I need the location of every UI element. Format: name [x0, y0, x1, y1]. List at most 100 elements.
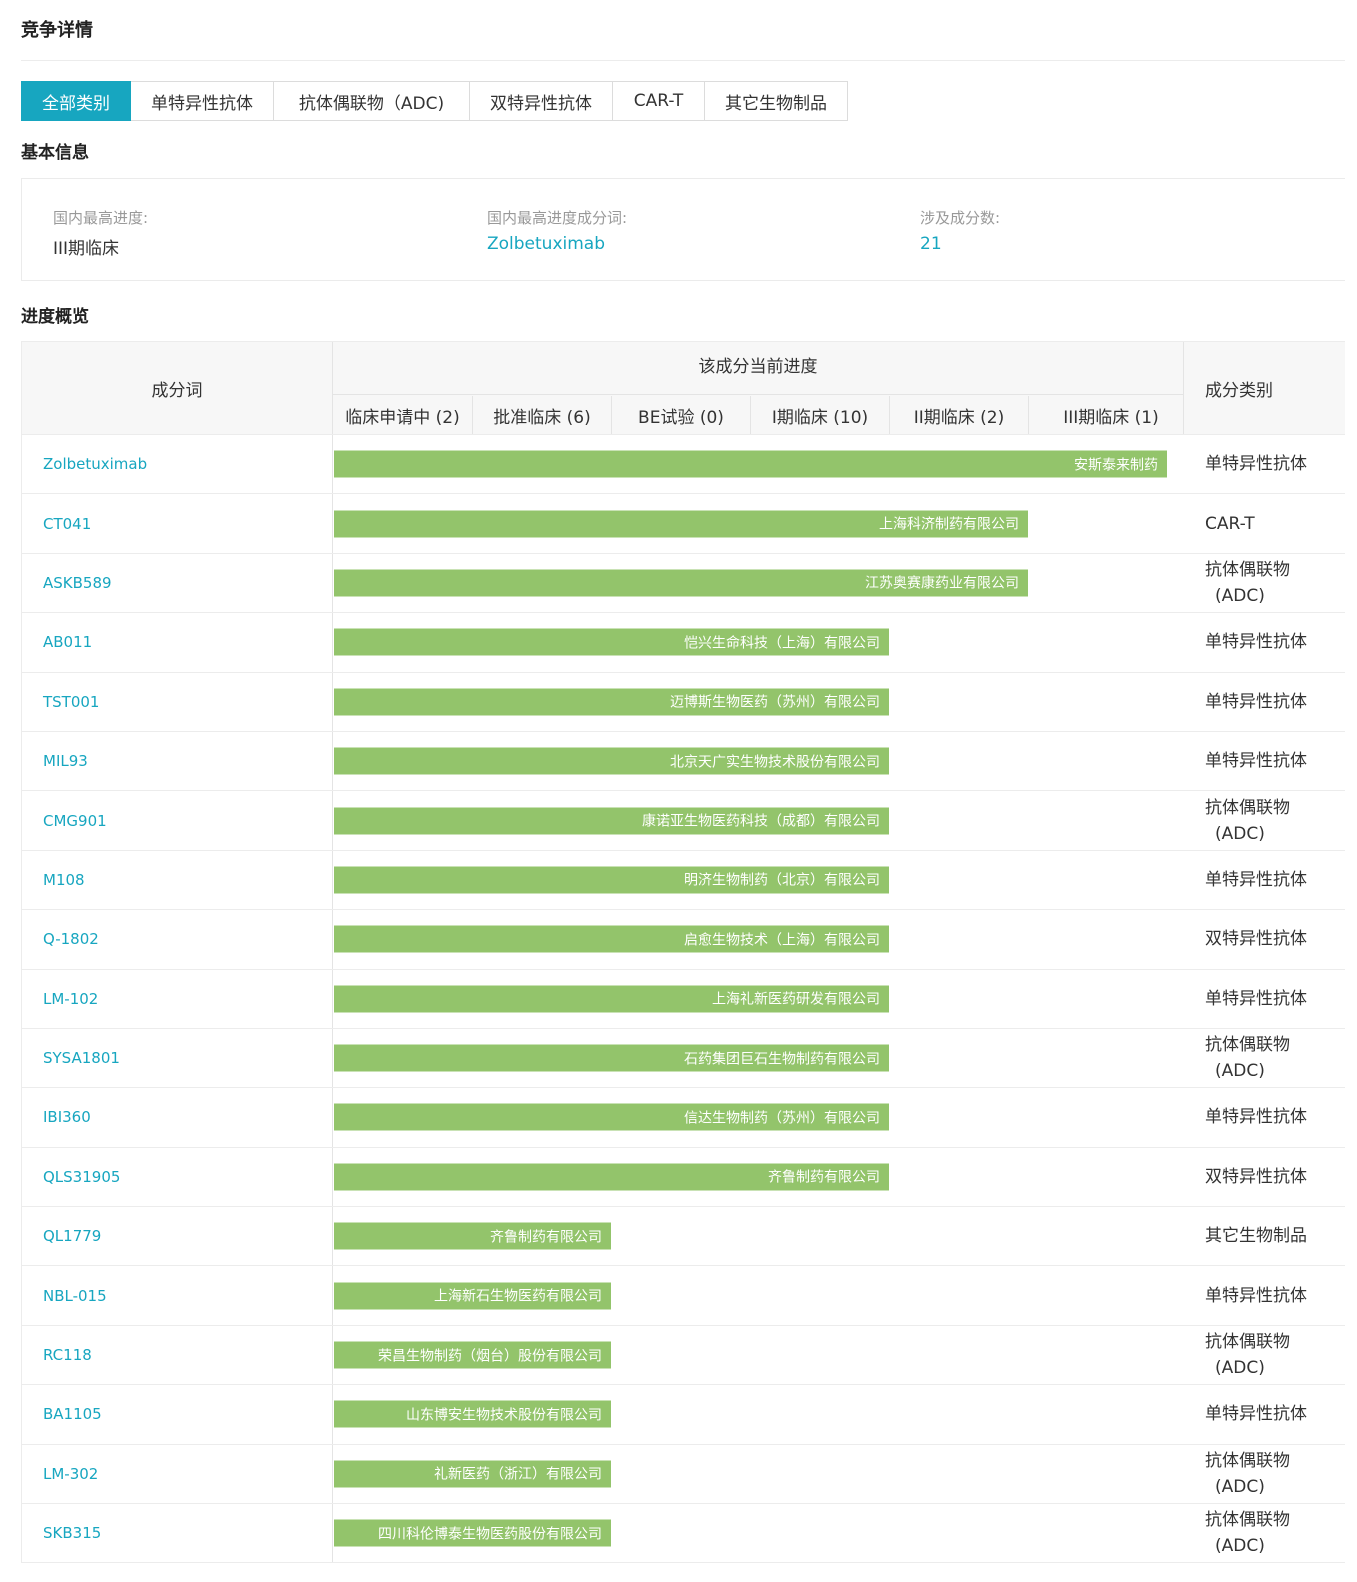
progress-bar[interactable]: 上海科济制药有限公司 — [334, 510, 1028, 538]
progress-bar[interactable]: 山东博安生物技术股份有限公司 — [334, 1400, 611, 1428]
table-row: LM-102 上海礼新医药研发有限公司 单特异性抗体 — [21, 969, 1345, 1029]
table-row: IBI360 信达生物制药（苏州）有限公司 单特异性抗体 — [21, 1088, 1345, 1148]
category-cell: CAR-T — [1205, 513, 1255, 534]
ingredient-cell: AB011 — [21, 613, 333, 672]
ingredient-link[interactable]: CT041 — [43, 515, 91, 533]
progress-bar[interactable]: 恺兴生命科技（上海）有限公司 — [334, 628, 889, 656]
progress-bar[interactable]: 荣昌生物制药（烟台）股份有限公司 — [334, 1341, 611, 1369]
ingredient-link[interactable]: SKB315 — [43, 1524, 101, 1542]
table-row: ASKB589 江苏奥赛康药业有限公司 抗体偶联物 (ADC) — [21, 553, 1345, 614]
ingredient-link[interactable]: Zolbetuximab — [43, 455, 147, 473]
info-label: 国内最高进度: — [53, 209, 149, 227]
ingredient-cell: QLS31905 — [21, 1147, 333, 1207]
ingredient-cell: TST001 — [21, 672, 333, 731]
ingredient-link[interactable]: NBL-015 — [43, 1287, 107, 1305]
ingredient-cell: M108 — [21, 850, 333, 910]
progress-bar[interactable]: 康诺亚生物医药科技（成都）有限公司 — [334, 807, 889, 835]
ingredient-cell: BA1105 — [21, 1385, 333, 1444]
tab-adc[interactable]: 抗体偶联物（ADC) — [274, 81, 470, 121]
category-tabs: 全部类别 单特异性抗体 抗体偶联物（ADC) 双特异性抗体 CAR-T 其它生物… — [21, 81, 848, 121]
ingredient-cell: Zolbetuximab — [21, 435, 333, 494]
ingredient-link[interactable]: QL1779 — [43, 1227, 101, 1245]
ingredient-link[interactable]: TST001 — [43, 693, 99, 711]
ingredient-link[interactable]: RC118 — [43, 1346, 92, 1364]
basic-info-panel: 国内最高进度: III期临床 国内最高进度成分词: Zolbetuximab 涉… — [21, 178, 1345, 281]
info-ingredient-count: 涉及成分数: 21 — [920, 207, 1000, 254]
ingredient-link[interactable]: IBI360 — [43, 1108, 91, 1126]
ingredient-count-link[interactable]: 21 — [920, 234, 1000, 254]
page-title: 竞争详情 — [21, 20, 93, 41]
table-row: SKB315 四川科伦博泰生物医药股份有限公司 抗体偶联物 (ADC) — [21, 1504, 1345, 1564]
table-row: QL1779 齐鲁制药有限公司 其它生物制品 — [21, 1207, 1345, 1267]
stage-header: 批准临床 (6) — [472, 396, 611, 434]
divider — [21, 60, 1345, 61]
ingredient-cell: CMG901 — [21, 791, 333, 850]
progress-bar[interactable]: 安斯泰来制药 — [334, 450, 1167, 478]
info-highest-stage: 国内最高进度: III期临床 — [53, 207, 148, 259]
progress-overview-title: 进度概览 — [21, 307, 89, 327]
col-category-header: 成分类别 — [1205, 380, 1273, 401]
category-cell: 单特异性抗体 — [1205, 1107, 1307, 1128]
category-cell: 抗体偶联物 (ADC) — [1205, 1450, 1290, 1497]
ingredient-cell: MIL93 — [21, 731, 333, 791]
ingredient-cell: Q-1802 — [21, 910, 333, 969]
table-header: 成分词 该成分当前进度 临床申请中 (2) 批准临床 (6) BE试验 (0) I期临… — [21, 341, 1345, 435]
progress-bar[interactable]: 齐鲁制药有限公司 — [334, 1222, 611, 1250]
ingredient-link[interactable]: ASKB589 — [43, 574, 112, 592]
table-row: MIL93 北京天广实生物技术股份有限公司 单特异性抗体 — [21, 731, 1345, 792]
table-row: QLS31905 齐鲁制药有限公司 双特异性抗体 — [21, 1147, 1345, 1208]
progress-bar[interactable]: 北京天广实生物技术股份有限公司 — [334, 747, 889, 775]
stage-header: I期临床 (10) — [750, 396, 889, 434]
category-cell: 单特异性抗体 — [1205, 1285, 1307, 1306]
tab-other-biologics[interactable]: 其它生物制品 — [705, 81, 848, 121]
tab-all[interactable]: 全部类别 — [21, 81, 131, 121]
ingredient-link[interactable]: QLS31905 — [43, 1168, 120, 1186]
progress-bar[interactable]: 礼新医药（浙江）有限公司 — [334, 1460, 611, 1488]
category-cell: 抗体偶联物 (ADC) — [1205, 1035, 1290, 1082]
table-row: NBL-015 上海新石生物医药有限公司 单特异性抗体 — [21, 1266, 1345, 1326]
tab-car-t[interactable]: CAR-T — [613, 81, 705, 121]
progress-bar[interactable]: 齐鲁制药有限公司 — [334, 1163, 889, 1191]
ingredient-link[interactable]: SYSA1801 — [43, 1049, 120, 1067]
ingredient-link[interactable]: MIL93 — [43, 752, 88, 770]
category-cell: 单特异性抗体 — [1205, 691, 1307, 712]
ingredient-link[interactable]: AB011 — [43, 633, 92, 651]
ingredient-cell: LM-102 — [21, 969, 333, 1028]
progress-bar[interactable]: 启愈生物技术（上海）有限公司 — [334, 925, 889, 953]
ingredient-link[interactable]: LM-302 — [43, 1465, 98, 1483]
info-highest-ingredient: 国内最高进度成分词: Zolbetuximab — [487, 207, 627, 254]
ingredient-link[interactable]: Q-1802 — [43, 930, 99, 948]
ingredient-cell: SKB315 — [21, 1504, 333, 1563]
progress-bar[interactable]: 上海新石生物医药有限公司 — [334, 1282, 611, 1310]
progress-bar[interactable]: 上海礼新医药研发有限公司 — [334, 985, 889, 1013]
col-progress-header: 该成分当前进度 — [698, 357, 818, 377]
ingredient-cell: RC118 — [21, 1325, 333, 1385]
progress-bar[interactable]: 信达生物制药（苏州）有限公司 — [334, 1103, 889, 1131]
ingredient-cell: CT041 — [21, 494, 333, 553]
category-cell: 单特异性抗体 — [1205, 632, 1307, 653]
progress-bar[interactable]: 石药集团巨石生物制药有限公司 — [334, 1044, 889, 1072]
progress-bar[interactable]: 四川科伦博泰生物医药股份有限公司 — [334, 1519, 611, 1547]
category-cell: 单特异性抗体 — [1205, 869, 1307, 890]
info-label: 涉及成分数: — [920, 209, 1001, 227]
ingredient-link[interactable]: LM-102 — [43, 990, 98, 1008]
tab-bispecific[interactable]: 双特异性抗体 — [470, 81, 613, 121]
ingredient-link[interactable]: CMG901 — [43, 812, 107, 830]
stage-header: III期临床 (1) — [1028, 396, 1193, 434]
progress-bar[interactable]: 迈博斯生物医药（苏州）有限公司 — [334, 688, 889, 716]
progress-bar[interactable]: 江苏奥赛康药业有限公司 — [334, 569, 1028, 597]
table-row: LM-302 礼新医药（浙江）有限公司 抗体偶联物 (ADC) — [21, 1444, 1345, 1505]
category-cell: 双特异性抗体 — [1205, 1166, 1307, 1187]
info-label: 国内最高进度成分词: — [487, 209, 628, 227]
category-cell: 抗体偶联物 (ADC) — [1205, 1332, 1290, 1379]
category-cell: 单特异性抗体 — [1205, 751, 1307, 772]
ingredient-link[interactable]: BA1105 — [43, 1405, 102, 1423]
ingredient-link[interactable]: M108 — [43, 871, 85, 889]
tab-monospecific[interactable]: 单特异性抗体 — [131, 81, 274, 121]
table-row: BA1105 山东博安生物技术股份有限公司 单特异性抗体 — [21, 1385, 1345, 1445]
ingredient-cell: ASKB589 — [21, 553, 333, 613]
header-divider — [1183, 342, 1184, 434]
progress-bar[interactable]: 明济生物制药（北京）有限公司 — [334, 866, 889, 894]
ingredient-link[interactable]: Zolbetuximab — [487, 234, 627, 254]
table-row: CT041 上海科济制药有限公司 CAR-T — [21, 494, 1345, 554]
